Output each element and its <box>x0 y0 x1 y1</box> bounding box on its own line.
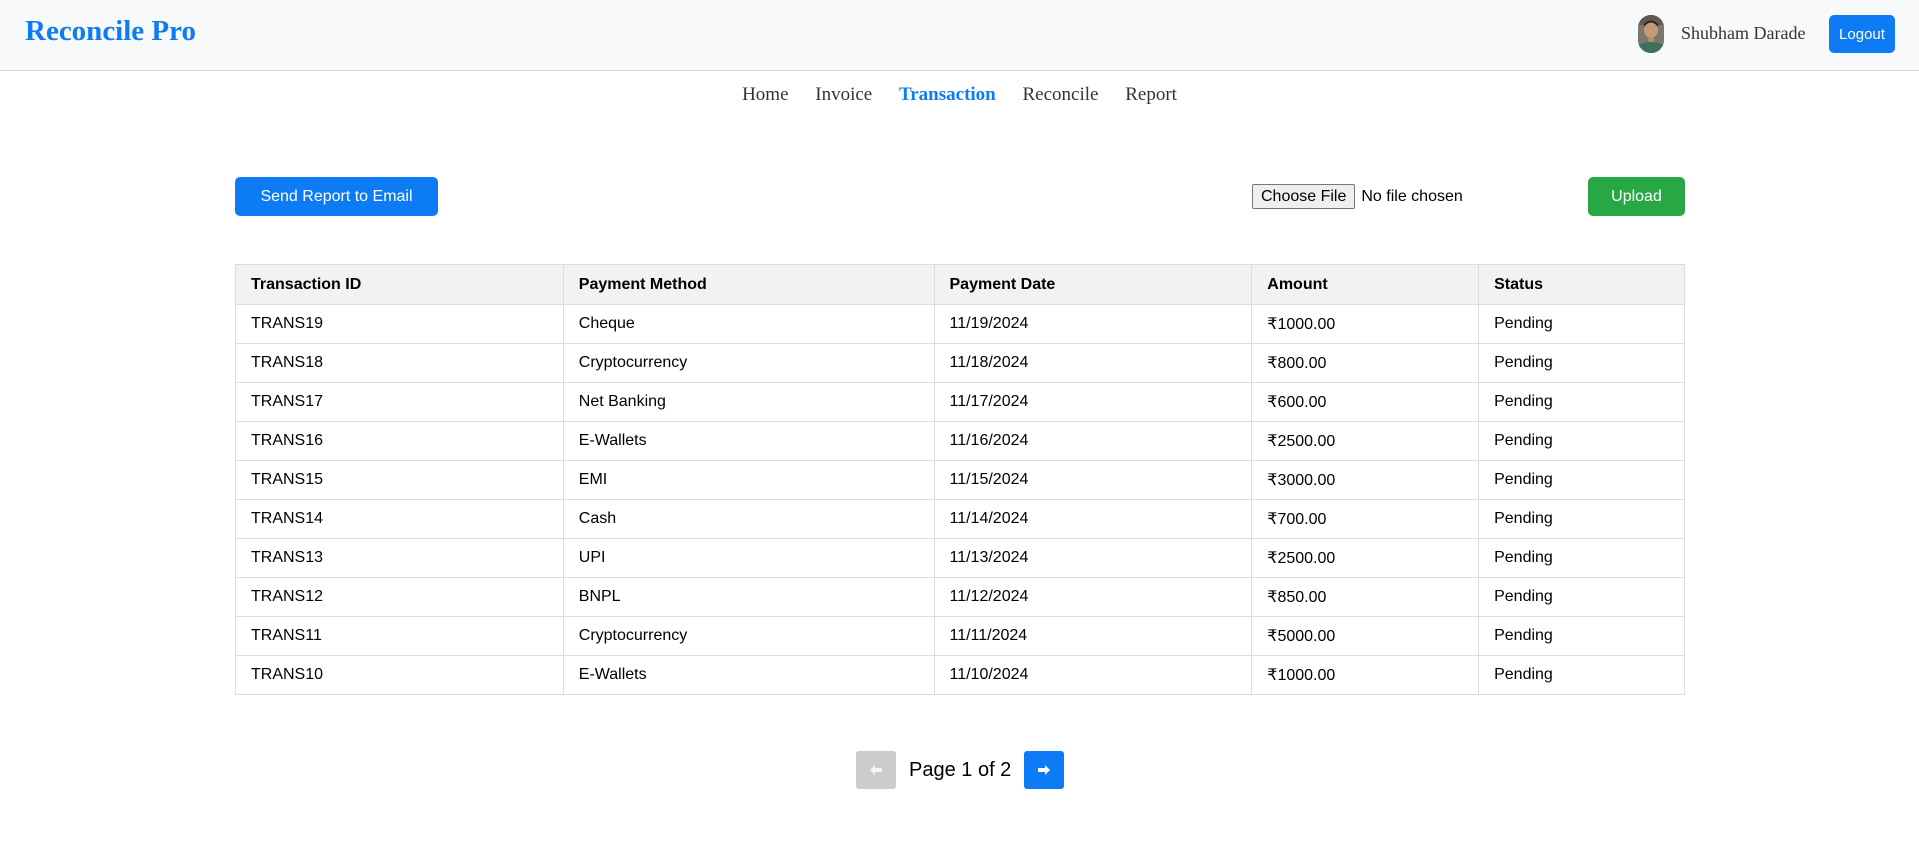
cell-amount: ₹3000.00 <box>1251 460 1480 500</box>
cell-transaction-id: TRANS10 <box>235 655 564 695</box>
cell-payment-method: BNPL <box>562 577 935 617</box>
user-name: Shubham Darade <box>1681 23 1806 43</box>
table-row: TRANS19 Cheque 11/19/2024 ₹1000.00 Pendi… <box>235 304 1685 344</box>
table-header-row: Transaction ID Payment Method Payment Da… <box>235 264 1685 305</box>
cell-transaction-id: TRANS16 <box>235 421 564 461</box>
cell-amount: ₹2500.00 <box>1251 421 1480 461</box>
cell-payment-method: Cryptocurrency <box>562 616 935 656</box>
cell-status: Pending <box>1478 304 1685 344</box>
arrow-left-icon <box>870 765 882 775</box>
cell-payment-date: 11/19/2024 <box>933 304 1253 344</box>
header-transaction-id: Transaction ID <box>235 264 564 305</box>
cell-payment-date: 11/13/2024 <box>933 538 1253 578</box>
table-row: TRANS15 EMI 11/15/2024 ₹3000.00 Pending <box>235 460 1685 500</box>
cell-transaction-id: TRANS19 <box>235 304 564 344</box>
cell-amount: ₹1000.00 <box>1251 304 1480 344</box>
table-row: TRANS11 Cryptocurrency 11/11/2024 ₹5000.… <box>235 616 1685 656</box>
nav-report[interactable]: Report <box>1125 84 1177 105</box>
cell-payment-date: 11/12/2024 <box>933 577 1253 617</box>
prev-page-button[interactable] <box>856 751 896 789</box>
cell-payment-method: E-Wallets <box>562 421 935 461</box>
logout-button[interactable]: Logout <box>1829 15 1895 53</box>
table-row: TRANS14 Cash 11/14/2024 ₹700.00 Pending <box>235 499 1685 539</box>
avatar-image <box>1638 15 1664 53</box>
cell-payment-date: 11/16/2024 <box>933 421 1253 461</box>
nav-reconcile[interactable]: Reconcile <box>1023 84 1099 105</box>
nav-home[interactable]: Home <box>742 84 788 105</box>
cell-payment-date: 11/14/2024 <box>933 499 1253 539</box>
nav-transaction[interactable]: Transaction <box>899 84 996 105</box>
cell-payment-method: UPI <box>562 538 935 578</box>
cell-transaction-id: TRANS18 <box>235 343 564 383</box>
upload-button[interactable]: Upload <box>1588 177 1685 216</box>
cell-payment-method: Cryptocurrency <box>562 343 935 383</box>
header-payment-method: Payment Method <box>562 264 935 305</box>
cell-payment-date: 11/17/2024 <box>933 382 1253 422</box>
cell-transaction-id: TRANS15 <box>235 460 564 500</box>
next-page-button[interactable] <box>1024 751 1065 789</box>
cell-status: Pending <box>1478 421 1685 461</box>
cell-transaction-id: TRANS13 <box>235 538 564 578</box>
brand-logo[interactable]: Reconcile Pro <box>25 15 196 48</box>
nav-invoice[interactable]: Invoice <box>815 84 872 105</box>
arrow-right-icon <box>1038 765 1051 775</box>
choose-file-button[interactable]: Choose File <box>1252 184 1356 209</box>
cell-payment-method: E-Wallets <box>562 655 935 695</box>
top-navbar: Reconcile Pro Shubham Darade Logout <box>0 0 1919 71</box>
cell-payment-method: EMI <box>562 460 935 500</box>
page-indicator: Page 1 of 2 <box>909 758 1012 781</box>
cell-amount: ₹800.00 <box>1251 343 1480 383</box>
file-status-text: No file chosen <box>1361 187 1463 205</box>
header-amount: Amount <box>1251 264 1480 305</box>
cell-status: Pending <box>1478 460 1685 500</box>
cell-status: Pending <box>1478 499 1685 539</box>
table-row: TRANS17 Net Banking 11/17/2024 ₹600.00 P… <box>235 382 1685 422</box>
table-row: TRANS10 E-Wallets 11/10/2024 ₹1000.00 Pe… <box>235 655 1685 695</box>
cell-status: Pending <box>1478 538 1685 578</box>
cell-payment-date: 11/10/2024 <box>933 655 1253 695</box>
cell-status: Pending <box>1478 382 1685 422</box>
cell-amount: ₹600.00 <box>1251 382 1480 422</box>
user-avatar <box>1638 15 1664 53</box>
cell-status: Pending <box>1478 655 1685 695</box>
cell-amount: ₹1000.00 <box>1251 655 1480 695</box>
cell-amount: ₹850.00 <box>1251 577 1480 617</box>
table-row: TRANS16 E-Wallets 11/16/2024 ₹2500.00 Pe… <box>235 421 1685 461</box>
cell-amount: ₹700.00 <box>1251 499 1480 539</box>
cell-payment-method: Net Banking <box>562 382 935 422</box>
file-input[interactable]: Choose File No file chosen <box>1252 184 1463 209</box>
transactions-table: Transaction ID Payment Method Payment Da… <box>235 264 1685 695</box>
send-report-button[interactable]: Send Report to Email <box>235 177 438 216</box>
cell-payment-method: Cash <box>562 499 935 539</box>
table-row: TRANS18 Cryptocurrency 11/18/2024 ₹800.0… <box>235 343 1685 383</box>
cell-transaction-id: TRANS11 <box>235 616 564 656</box>
pagination: Page 1 of 2 <box>856 751 1065 789</box>
table-row: TRANS13 UPI 11/13/2024 ₹2500.00 Pending <box>235 538 1685 578</box>
cell-amount: ₹2500.00 <box>1251 538 1480 578</box>
cell-status: Pending <box>1478 577 1685 617</box>
header-payment-date: Payment Date <box>933 264 1253 305</box>
table-row: TRANS12 BNPL 11/12/2024 ₹850.00 Pending <box>235 577 1685 617</box>
header-status: Status <box>1478 264 1685 305</box>
cell-payment-method: Cheque <box>562 304 935 344</box>
cell-status: Pending <box>1478 343 1685 383</box>
main-nav: Home Invoice Transaction Reconcile Repor… <box>0 84 1919 106</box>
cell-transaction-id: TRANS12 <box>235 577 564 617</box>
cell-transaction-id: TRANS17 <box>235 382 564 422</box>
cell-payment-date: 11/15/2024 <box>933 460 1253 500</box>
cell-payment-date: 11/18/2024 <box>933 343 1253 383</box>
cell-amount: ₹5000.00 <box>1251 616 1480 656</box>
cell-payment-date: 11/11/2024 <box>933 616 1253 656</box>
cell-transaction-id: TRANS14 <box>235 499 564 539</box>
cell-status: Pending <box>1478 616 1685 656</box>
